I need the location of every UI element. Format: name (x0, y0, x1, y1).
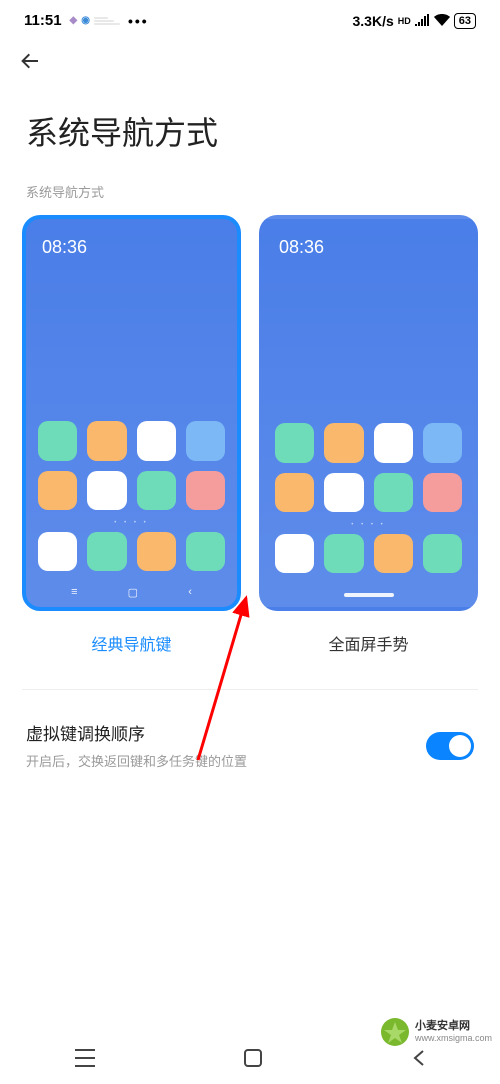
setting-swap-nav-order[interactable]: 虚拟键调换顺序 开启后，交换返回键和多任务键的位置 (0, 714, 500, 781)
watermark-name: 小麦安卓网 (415, 1020, 492, 1033)
preview-time: 08:36 (38, 237, 225, 258)
status-notif-icons: ◆ ◉ (70, 15, 120, 26)
sys-recent-button[interactable] (75, 1049, 95, 1072)
sys-back-button[interactable] (411, 1049, 425, 1072)
preview-icon-grid (275, 423, 462, 512)
system-nav-bar (0, 1036, 500, 1084)
sys-home-button[interactable] (244, 1049, 262, 1072)
preview-gesture: 08:36 • • • • (259, 215, 478, 611)
recent-icon: ≡ (71, 586, 77, 598)
setting-title: 虚拟键调换顺序 (26, 720, 414, 745)
preview-dock (38, 532, 225, 571)
home-icon: ▢ (128, 586, 138, 599)
preview-dock (275, 534, 462, 573)
status-icon-small (94, 15, 120, 26)
page-title: 系统导航方式 (0, 88, 500, 182)
status-time: 11:51 (24, 12, 62, 29)
option-classic-label: 经典导航键 (22, 611, 241, 665)
preview-page-dots: • • • • (275, 522, 462, 528)
option-gesture-label: 全面屏手势 (259, 611, 478, 665)
option-gesture-nav[interactable]: 08:36 • • • • 全面屏手势 (259, 215, 478, 665)
preview-nav-buttons: ≡ ▢ ‹ (38, 581, 225, 599)
option-classic-nav[interactable]: 08:36 • • • • ≡ ▢ ‹ 经典导航键 (22, 215, 241, 665)
toggle-swap-nav[interactable] (426, 732, 474, 760)
divider (22, 689, 478, 690)
section-label: 系统导航方式 (0, 182, 500, 215)
status-bar: 11:51 ◆ ◉ ••• 3.3K/s HD 63 (0, 0, 500, 33)
preview-classic: 08:36 • • • • ≡ ▢ ‹ (22, 215, 241, 611)
preview-icon-grid (38, 421, 225, 510)
setting-desc: 开启后，交换返回键和多任务键的位置 (26, 753, 414, 771)
status-hd: HD (398, 16, 411, 26)
back-icon: ‹ (188, 586, 192, 598)
back-button[interactable] (18, 52, 42, 79)
signal-icon (415, 13, 430, 29)
status-more-icon: ••• (128, 13, 149, 29)
preview-page-dots: • • • • (38, 520, 225, 526)
preview-gesture-bar (344, 593, 394, 597)
preview-time: 08:36 (275, 237, 462, 258)
battery-icon: 63 (454, 13, 476, 29)
wifi-icon (434, 13, 450, 29)
status-speed: 3.3K/s (353, 13, 394, 29)
